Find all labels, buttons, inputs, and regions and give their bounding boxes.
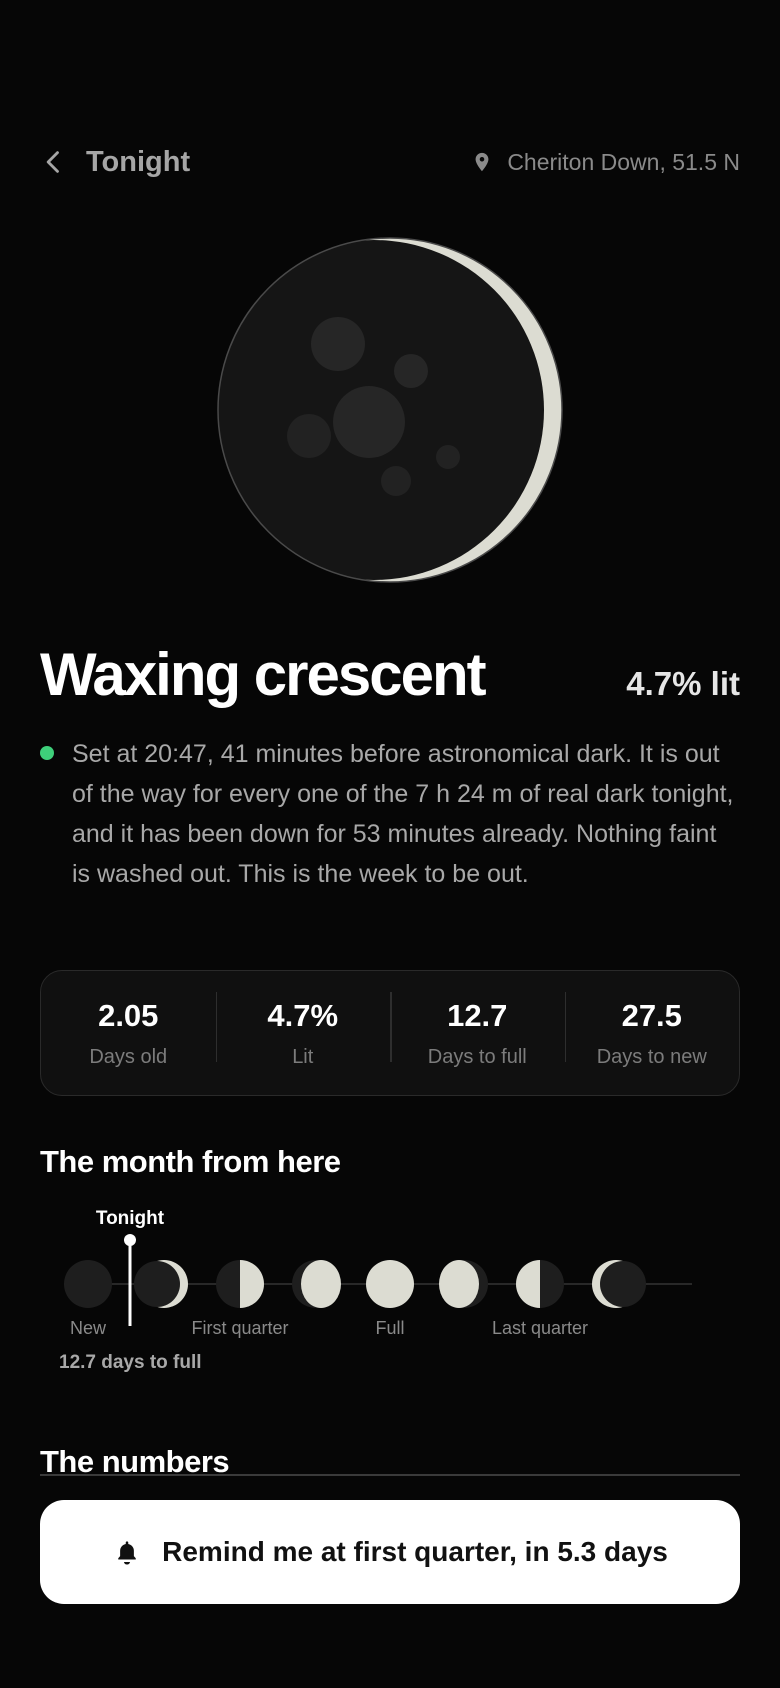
phase-waxing-crescent-icon: [134, 1260, 188, 1308]
stat-lit: 4.7% Lit: [215, 991, 391, 1069]
remind-me-label: Remind me at first quarter, in 5.3 days: [162, 1536, 668, 1567]
phase-waxing-gibbous-icon: [292, 1260, 341, 1308]
description-text: Set at 20:47, 41 minutes before astronom…: [72, 740, 734, 888]
stat-value: 27.5: [621, 997, 682, 1033]
section-divider: [40, 1474, 740, 1476]
stat-label: Days old: [89, 1045, 168, 1068]
location-label: Cheriton Down, 51.5 N: [507, 148, 740, 175]
phase-waning-crescent-icon: [592, 1260, 646, 1308]
timeline-label-last-quarter: Last quarter: [491, 1318, 589, 1338]
stat-days-old: 2.05 Days old: [41, 998, 216, 1069]
page-title: Tonight: [86, 145, 191, 178]
status-dot: [40, 746, 54, 760]
timeline-label-first-quarter: First quarter: [191, 1318, 289, 1338]
phase-description: Set at 20:47, 41 minutes before astronom…: [40, 734, 740, 894]
bell-icon: [118, 1541, 136, 1565]
phase-full-icon: [366, 1260, 414, 1308]
phase-first-quarter-icon: [216, 1260, 264, 1308]
stat-value: 4.7%: [267, 997, 339, 1033]
timeline-label-new: New: [69, 1318, 107, 1338]
moon-phase-screen: Tonight Cheriton Down, 51.5 N Waxing cre…: [0, 0, 780, 1688]
phase-heading: Waxing crescent 4.7% lit: [40, 640, 740, 709]
stat-label: Days to new: [596, 1045, 707, 1068]
stat-days-to-full: 12.7 Days to full: [390, 991, 565, 1069]
timeline-label-full: Full: [375, 1318, 405, 1338]
remind-me-button[interactable]: Remind me at first quarter, in 5.3 days: [40, 1500, 740, 1604]
timeline-footnote: 12.7 days to full: [59, 1352, 202, 1373]
stat-label: Days to full: [427, 1045, 527, 1068]
month-section-title: The month from here: [40, 1144, 341, 1179]
back-button[interactable]: Tonight: [40, 146, 190, 179]
month-timeline[interactable]: Tonight New First quarter Full Last quar…: [0, 1200, 780, 1380]
phase-waning-gibbous-icon: [439, 1260, 488, 1308]
phase-name: Waxing crescent: [40, 641, 487, 708]
tonight-marker-label: Tonight: [95, 1208, 165, 1229]
header: Tonight Cheriton Down, 51.5 N: [40, 140, 740, 184]
stat-days-to-new: 27.5 Days to new: [564, 991, 740, 1069]
stat-label: Lit: [292, 1045, 314, 1068]
stat-value: 2.05: [98, 997, 159, 1033]
map-pin-icon: [475, 152, 489, 172]
moon-illustration: [206, 226, 574, 594]
location[interactable]: Cheriton Down, 51.5 N: [471, 149, 740, 176]
phase-lit: 4.7% lit: [626, 665, 740, 702]
chevron-left-icon: [46, 151, 59, 173]
stats-card: 2.05 Days old 4.7% Lit 12.7 Days to full…: [40, 970, 740, 1096]
stat-value: 12.7: [447, 997, 508, 1033]
phase-new-icon: [64, 1260, 112, 1308]
tonight-marker-dot: [124, 1234, 136, 1246]
phase-last-quarter-icon: [516, 1260, 564, 1308]
